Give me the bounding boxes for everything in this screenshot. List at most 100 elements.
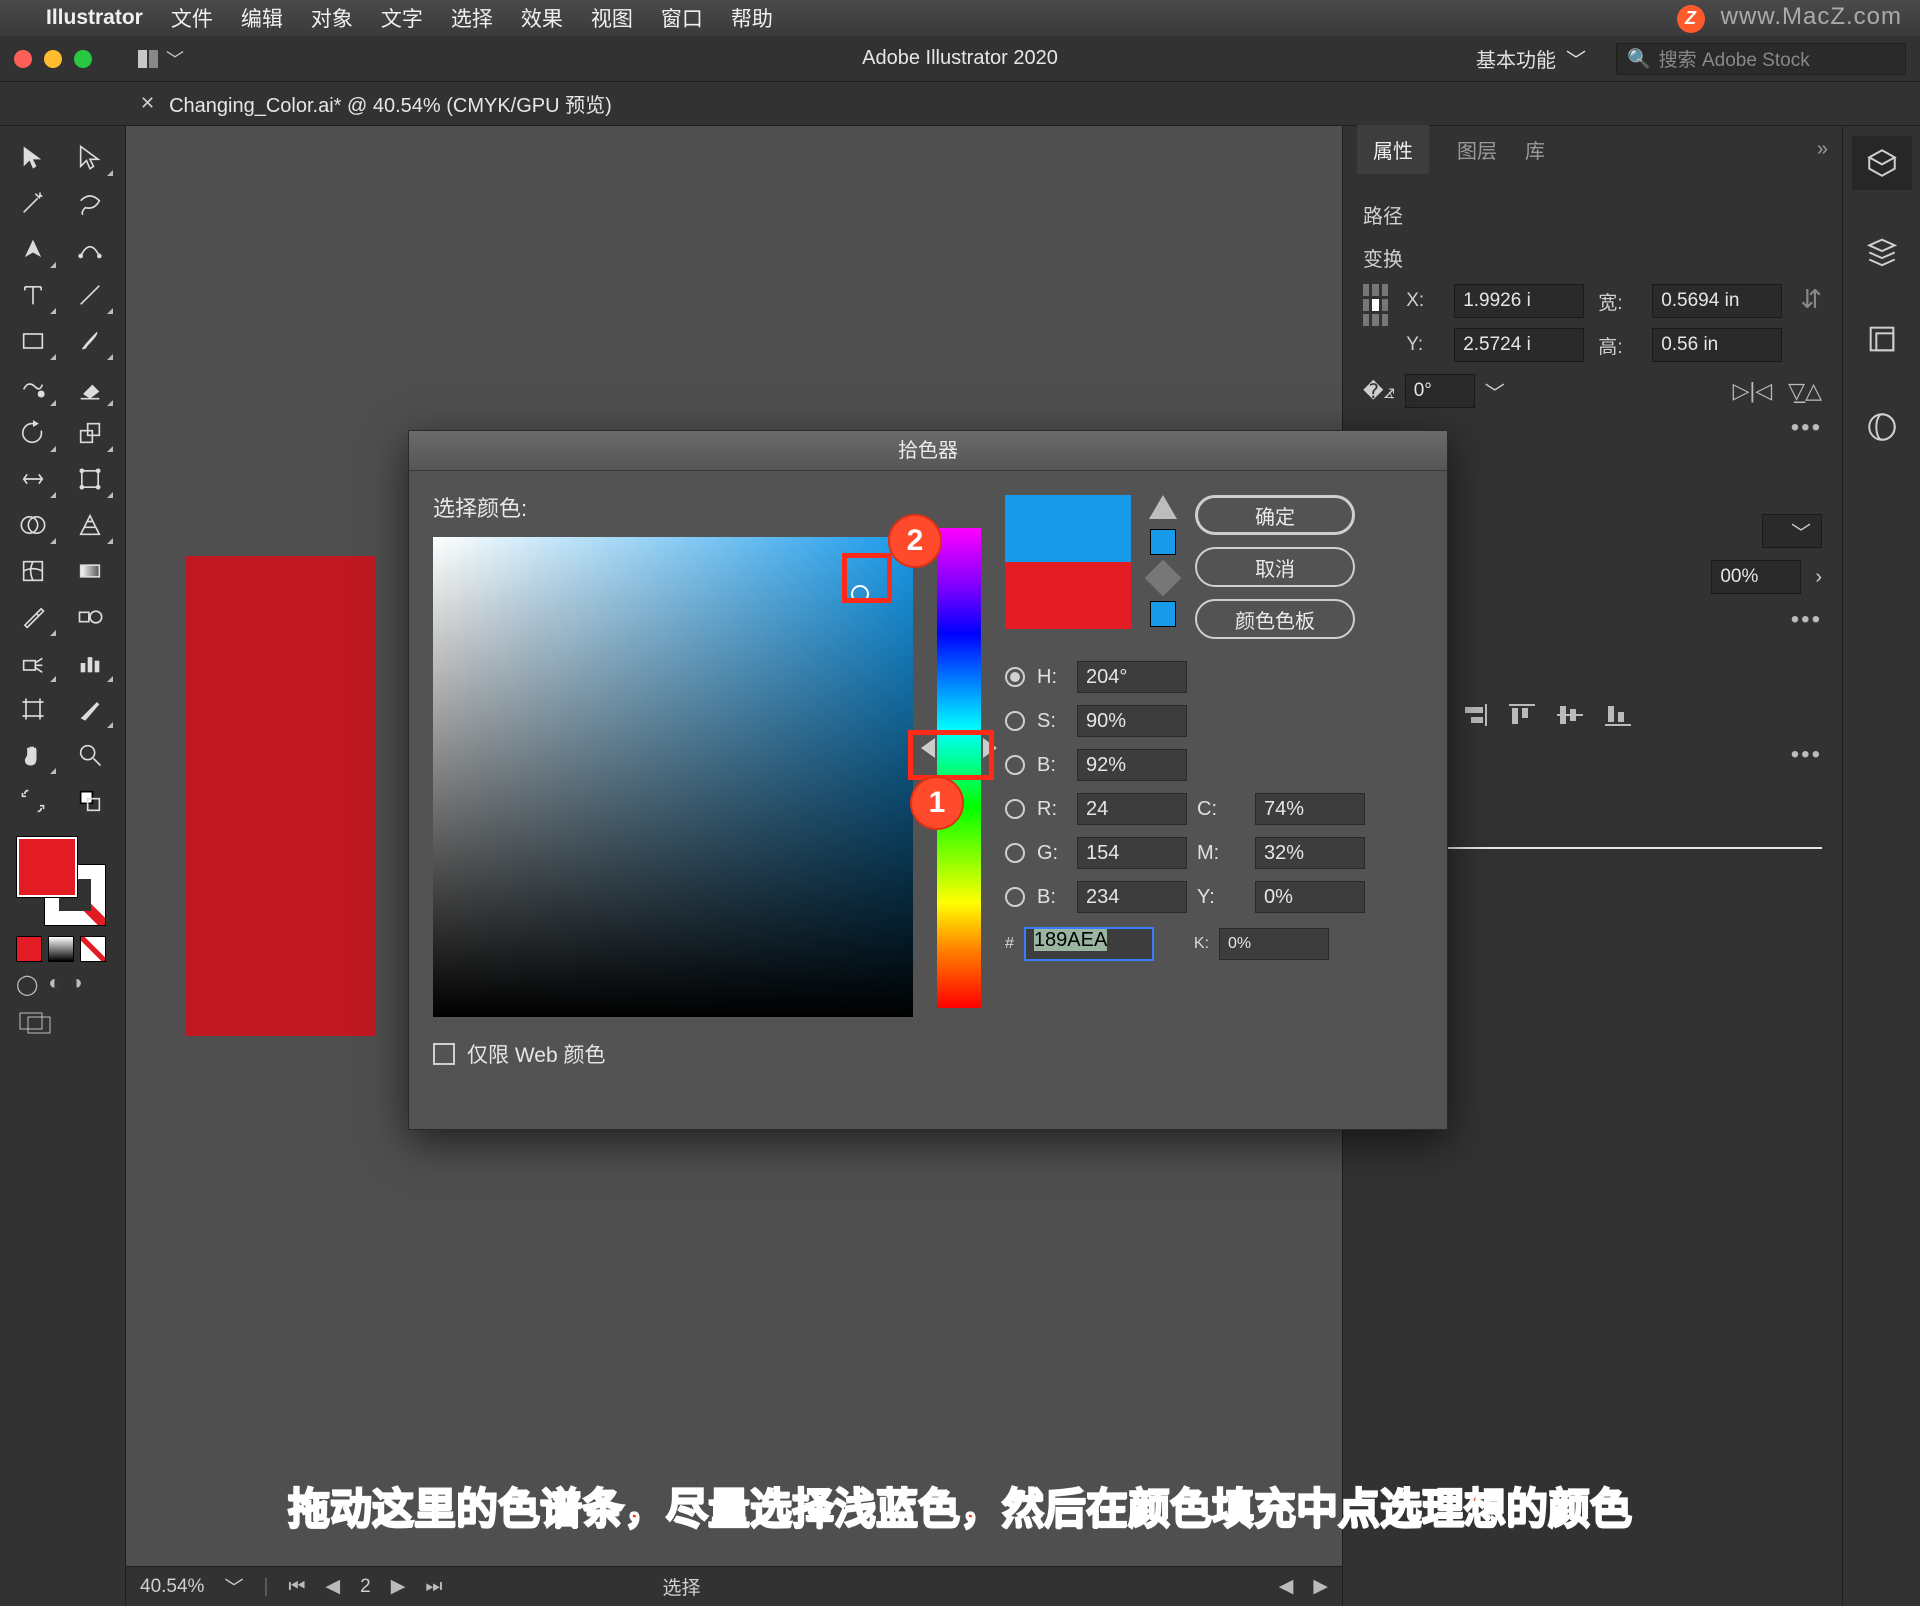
first-artboard-icon[interactable]: ⏮ [288,1576,305,1598]
document-tab[interactable]: ✕ Changing_Color.ai* @ 40.54% (CMYK/GPU … [140,89,612,118]
g-input[interactable]: 154 [1077,837,1187,869]
cancel-button[interactable]: 取消 [1195,547,1355,587]
y-input[interactable]: 2.5724 i [1454,328,1584,362]
last-artboard-icon[interactable]: ⏭ [425,1576,442,1598]
magic-wand-tool-icon[interactable] [8,182,58,224]
align-vcenter-icon[interactable] [1555,702,1585,735]
menu-type[interactable]: 文字 [381,3,423,33]
default-fill-stroke-icon[interactable] [65,780,115,822]
tab-layers[interactable]: 图层 [1457,135,1497,164]
gamut-warning-icon[interactable] [1149,495,1177,519]
color-mode-icon[interactable] [16,936,42,962]
symbol-sprayer-tool-icon[interactable] [8,642,58,684]
align-bottom-icon[interactable] [1603,702,1633,735]
ok-button[interactable]: 确定 [1195,495,1355,535]
menu-object[interactable]: 对象 [311,3,353,33]
h-radio[interactable] [1005,667,1025,687]
c-input[interactable]: 74% [1255,793,1365,825]
draw-behind-icon[interactable]: ◐ [48,972,60,997]
opacity-input[interactable]: 00% [1711,560,1801,594]
rotate-tool-icon[interactable] [8,412,58,454]
draw-inside-icon[interactable]: ◑ [70,972,82,997]
k-input[interactable]: 0% [1219,928,1329,960]
search-stock-input[interactable]: 🔍 搜索 Adobe Stock [1616,43,1906,75]
shaper-tool-icon[interactable] [8,366,58,408]
s-radio[interactable] [1005,711,1025,731]
type-tool-icon[interactable] [8,274,58,316]
fill-stroke-toggle-icon[interactable] [8,780,58,822]
close-icon[interactable]: ✕ [140,93,155,114]
m-input[interactable]: 32% [1255,837,1365,869]
artboards-rail-icon[interactable] [1852,312,1912,366]
line-tool-icon[interactable] [65,274,115,316]
workspace-switcher[interactable]: 基本功能 ﹀ [1464,40,1598,77]
hand-tool-icon[interactable] [8,734,58,776]
chevron-right-icon[interactable]: › [1815,566,1822,589]
screen-mode-icon[interactable] [18,1009,117,1042]
menu-select[interactable]: 选择 [451,3,493,33]
x-input[interactable]: 1.9926 i [1454,284,1584,318]
pen-tool-icon[interactable] [8,228,58,270]
gradient-mode-icon[interactable] [48,936,74,962]
next-artboard-icon[interactable]: ▶ [391,1575,406,1598]
zoom-tool-icon[interactable] [65,734,115,776]
align-right-icon[interactable] [1459,702,1489,735]
flip-vertical-icon[interactable]: ▽̲△ [1788,378,1822,404]
selection-tool-icon[interactable] [8,136,58,178]
prev-artboard-icon[interactable]: ◀ [326,1575,341,1598]
maximize-window-icon[interactable] [74,50,92,68]
y-input[interactable]: 0% [1255,881,1365,913]
menu-view[interactable]: 视图 [591,3,633,33]
artwork-rectangle[interactable] [186,556,376,1036]
artboard-tool-icon[interactable] [8,688,58,730]
libraries-rail-icon[interactable] [1852,400,1912,454]
chevron-down-icon[interactable]: ﹀ [1485,377,1505,406]
none-mode-icon[interactable] [80,936,106,962]
fill-stroke-swatch[interactable] [16,836,106,926]
draw-normal-icon[interactable]: ◯ [16,972,38,997]
eraser-tool-icon[interactable] [65,366,115,408]
collapse-panel-icon[interactable]: » [1817,138,1828,161]
artboard-number[interactable]: 2 [360,1576,371,1598]
zoom-value[interactable]: 40.54% [140,1576,204,1598]
menu-edit[interactable]: 编辑 [241,3,283,33]
nav-next-icon[interactable]: ▶ [1313,1575,1328,1598]
color-swatches-button[interactable]: 颜色色板 [1195,599,1355,639]
chevron-down-icon[interactable]: ﹀ [224,1573,243,1600]
layers-rail-icon[interactable] [1852,224,1912,278]
close-window-icon[interactable] [14,50,32,68]
fill-swatch[interactable] [16,836,78,898]
websafe-swatch[interactable] [1150,601,1176,627]
hex-input[interactable]: 189AEA [1024,927,1154,961]
blend-tool-icon[interactable] [65,596,115,638]
mesh-tool-icon[interactable] [8,550,58,592]
properties-rail-icon[interactable] [1852,136,1912,190]
h-input[interactable]: 0.56 in [1652,328,1782,362]
websafe-warning-icon[interactable] [1145,560,1182,597]
flip-horizontal-icon[interactable]: ▷|◁ [1733,378,1773,404]
minimize-window-icon[interactable] [44,50,62,68]
saturation-value-field[interactable] [433,537,913,1017]
lasso-tool-icon[interactable] [65,182,115,224]
eyedropper-tool-icon[interactable] [8,596,58,638]
tab-libraries[interactable]: 库 [1525,135,1545,164]
slice-tool-icon[interactable] [65,688,115,730]
app-name[interactable]: Illustrator [46,6,143,30]
b-radio[interactable] [1005,755,1025,775]
h-input[interactable]: 204° [1077,661,1187,693]
shape-builder-tool-icon[interactable] [8,504,58,546]
r-input[interactable]: 24 [1077,793,1187,825]
g-radio[interactable] [1005,843,1025,863]
curvature-tool-icon[interactable] [65,228,115,270]
old-color-swatch[interactable] [1005,562,1131,629]
arrange-documents-icon[interactable]: ﹀ [138,46,184,72]
s-input[interactable]: 90% [1077,705,1187,737]
gamut-swatch[interactable] [1150,529,1176,555]
tab-properties[interactable]: 属性 [1357,125,1429,174]
b-input[interactable]: 92% [1077,749,1187,781]
appearance-dropdown[interactable]: ﹀ [1762,514,1822,548]
w-input[interactable]: 0.5694 in [1652,284,1782,318]
bl-radio[interactable] [1005,887,1025,907]
menu-file[interactable]: 文件 [171,3,213,33]
column-graph-tool-icon[interactable] [65,642,115,684]
